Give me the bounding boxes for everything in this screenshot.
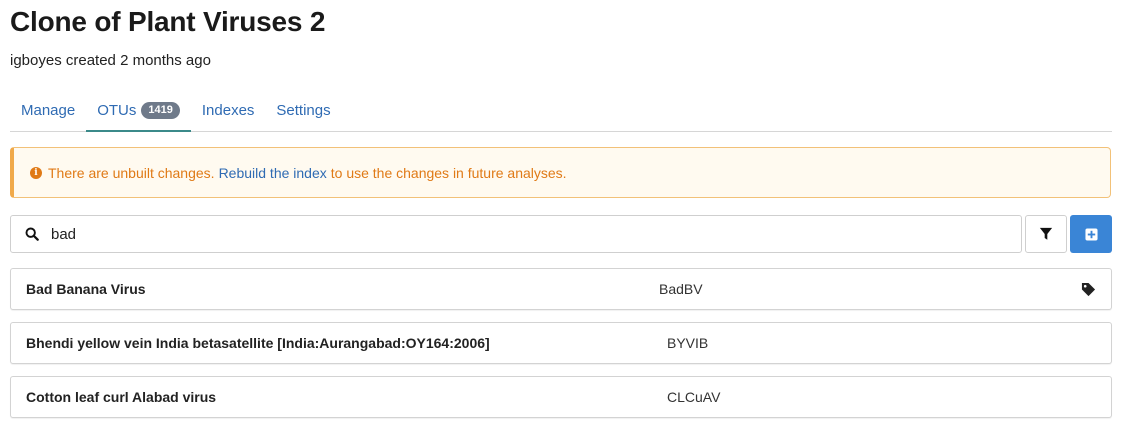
tag-icon [1081,282,1096,297]
rebuild-index-link[interactable]: Rebuild the index [219,165,327,181]
otu-name: Cotton leaf curl Alabad virus [26,389,217,405]
otu-abbreviation: BYVIB [667,335,709,351]
info-circle-icon: i [30,166,42,179]
search-input[interactable] [51,225,951,243]
list-item[interactable]: Bhendi yellow vein India betasatellite [… [10,322,1112,364]
add-otu-button[interactable] [1070,215,1112,253]
otu-count-badge: 1419 [141,101,180,119]
alert-text-before: There are unbuilt changes. [48,164,215,181]
tab-indexes[interactable]: Indexes [191,90,266,131]
tab-label: OTUs [97,101,137,119]
unbuilt-changes-alert: i There are unbuilt changes. Rebuild the… [10,147,1111,198]
page-title: Clone of Plant Viruses 2 [10,6,326,37]
tab-otus[interactable]: OTUs 1419 [86,90,191,132]
list-item[interactable]: Bad Banana Virus BadBV [10,268,1112,310]
tab-label: Manage [21,102,76,119]
filter-icon [1039,227,1053,240]
tab-manage[interactable]: Manage [10,90,86,131]
filter-button[interactable] [1025,215,1067,253]
tab-label: Settings [276,102,331,119]
otu-abbreviation: BadBV [659,281,703,297]
search-icon [25,227,39,241]
tab-label: Indexes [201,102,255,119]
list-item[interactable]: Cotton leaf curl Alabad virus CLCuAV [10,376,1112,418]
otu-abbreviation: CLCuAV [667,389,721,405]
plus-square-icon [1084,227,1098,241]
tab-bar: Manage OTUs 1419 Indexes Settings [10,90,1112,132]
alert-text-after: to use the changes in future analyses. [330,164,567,181]
page-subtitle: igboyes created 2 months ago [10,52,211,69]
otu-name: Bad Banana Virus [26,281,146,297]
search-row [10,215,1112,253]
search-box[interactable] [10,215,1022,253]
tab-settings[interactable]: Settings [265,90,341,131]
otu-list: Bad Banana Virus BadBV Bhendi yellow vei… [10,268,1112,426]
otu-name: Bhendi yellow vein India betasatellite [… [26,335,490,351]
page: Clone of Plant Viruses 2 igboyes created… [0,0,1122,426]
